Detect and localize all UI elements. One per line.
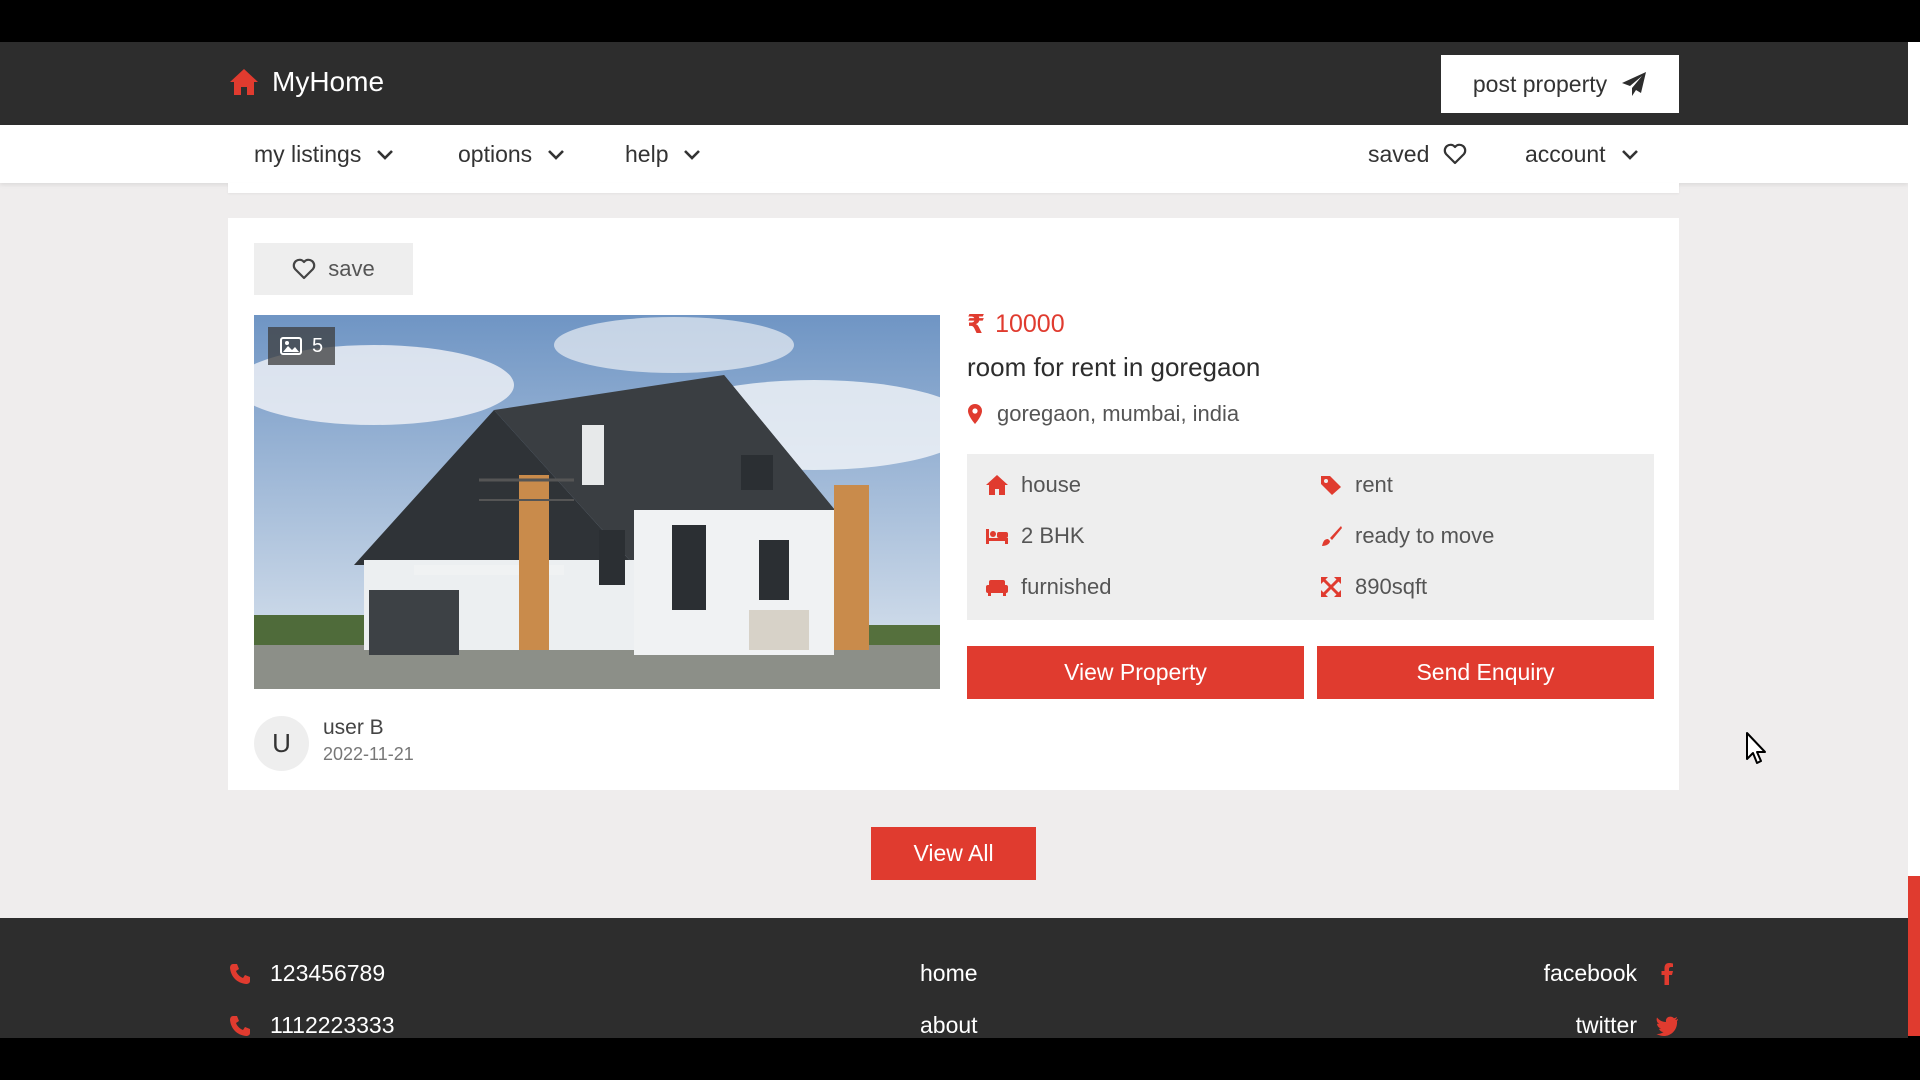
avatar: U — [254, 716, 309, 771]
price: ₹ 10000 — [967, 309, 1065, 340]
video-frame: MyHome post property my listings options… — [0, 0, 1920, 1080]
nav-account[interactable]: account — [1525, 125, 1640, 183]
send-enquiry-button[interactable]: Send Enquiry — [1317, 646, 1654, 699]
footer-link-about-label: about — [920, 1012, 978, 1038]
footer-phone-1[interactable]: 123456789 — [228, 960, 385, 987]
nav-account-label: account — [1525, 140, 1606, 167]
expand-arrows-icon — [1321, 577, 1341, 597]
post-property-label: post property — [1472, 70, 1608, 97]
feature-area-label: 890sqft — [1355, 574, 1428, 599]
nav-saved[interactable]: saved — [1368, 125, 1467, 183]
footer-social-facebook[interactable]: facebook — [1544, 960, 1679, 987]
photo-count-badge: 5 — [268, 327, 336, 365]
feature-furnishing-label: furnished — [1021, 574, 1112, 599]
feature-type: house — [985, 472, 1081, 498]
paper-plane-icon — [1622, 72, 1647, 96]
top-header: MyHome post property — [0, 42, 1908, 125]
footer-social-twitter[interactable]: twitter — [1576, 1012, 1679, 1038]
tag-icon — [1321, 476, 1341, 495]
facebook-icon — [1661, 962, 1673, 985]
feature-area: 890sqft — [1319, 574, 1427, 600]
nav-options-label: options — [458, 140, 533, 167]
chevron-down-icon — [684, 150, 701, 160]
chevron-down-icon — [548, 150, 565, 160]
heart-icon — [292, 258, 316, 280]
user-name: user B — [323, 716, 384, 739]
phone-icon — [230, 963, 250, 984]
feature-furnishing: furnished — [985, 574, 1112, 600]
features-panel: house rent 2 BHK ready to move furnished — [967, 454, 1654, 620]
logo-text: MyHome — [272, 66, 385, 97]
image-icon — [280, 337, 302, 355]
main-nav: my listings options help saved account — [0, 125, 1908, 183]
footer-twitter-label: twitter — [1575, 1012, 1637, 1038]
save-button[interactable]: save — [254, 243, 413, 295]
footer-facebook-label: facebook — [1543, 960, 1637, 986]
view-all-button[interactable]: View All — [871, 827, 1036, 880]
listing-title[interactable]: room for rent in goregaon — [967, 352, 1260, 383]
home-icon — [986, 475, 1008, 495]
feature-bhk-label: 2 BHK — [1021, 523, 1085, 548]
price-value: 10000 — [995, 310, 1065, 338]
view-property-button[interactable]: View Property — [967, 646, 1304, 699]
previous-card-edge — [228, 183, 1679, 193]
feature-status: ready to move — [1319, 523, 1494, 549]
nav-my-listings[interactable]: my listings — [254, 125, 395, 183]
property-photo[interactable]: 5 — [254, 315, 940, 689]
feature-purpose-label: rent — [1355, 472, 1393, 497]
footer: 123456789 1112223333 home about facebook… — [0, 918, 1908, 1038]
feature-purpose: rent — [1319, 472, 1393, 498]
phone-icon — [230, 1015, 250, 1036]
footer-phone-1-label: 123456789 — [270, 960, 386, 986]
home-icon — [230, 69, 258, 95]
rupee-icon: ₹ — [967, 309, 986, 339]
twitter-icon — [1656, 1016, 1678, 1036]
feature-status-label: ready to move — [1355, 523, 1495, 548]
heart-icon — [1444, 143, 1467, 165]
post-property-button[interactable]: post property — [1441, 55, 1679, 113]
nav-help-label: help — [625, 140, 669, 167]
feature-bhk: 2 BHK — [985, 523, 1085, 549]
brush-icon — [1322, 526, 1342, 546]
scrollbar-thumb[interactable] — [1908, 876, 1920, 1036]
scrollbar-track[interactable] — [1908, 42, 1920, 876]
nav-help[interactable]: help — [625, 125, 702, 183]
nav-my-listings-label: my listings — [254, 140, 362, 167]
map-marker-icon — [968, 404, 982, 424]
chevron-down-icon — [377, 150, 394, 160]
chevron-down-icon — [1621, 150, 1638, 160]
nav-saved-label: saved — [1368, 140, 1430, 167]
site-logo[interactable]: MyHome — [228, 66, 384, 98]
footer-phone-2-label: 1112223333 — [270, 1012, 395, 1038]
nav-options[interactable]: options — [458, 125, 566, 183]
save-label: save — [328, 256, 375, 281]
footer-phone-2[interactable]: 1112223333 — [228, 1012, 395, 1038]
photo-count: 5 — [312, 334, 324, 357]
bed-icon — [986, 529, 1008, 544]
house-image — [254, 315, 940, 689]
property-card: save 5 ₹ 10000 room for rent in goregaon… — [228, 218, 1679, 790]
posted-date: 2022-11-21 — [323, 744, 414, 764]
mouse-cursor-icon — [1746, 732, 1766, 764]
couch-icon — [986, 580, 1008, 596]
footer-link-about[interactable]: about — [920, 1012, 978, 1038]
location-text: goregaon, mumbai, india — [997, 401, 1240, 426]
browser-viewport: MyHome post property my listings options… — [0, 42, 1908, 1038]
listing-location: goregaon, mumbai, india — [967, 401, 1239, 427]
feature-type-label: house — [1021, 472, 1081, 497]
footer-link-home-label: home — [920, 960, 978, 986]
footer-link-home[interactable]: home — [920, 960, 978, 987]
